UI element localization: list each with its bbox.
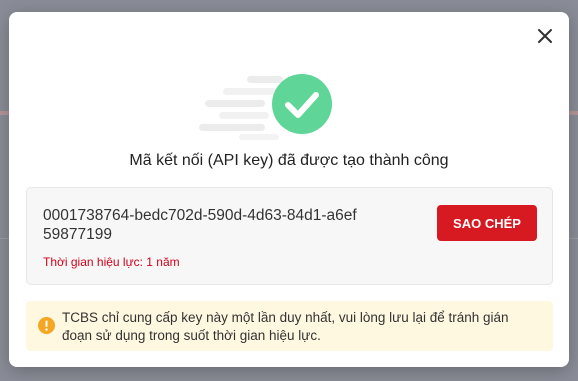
notice-text: TCBS chỉ cung cấp key này một lần duy nh…	[62, 310, 509, 343]
api-key-modal: Mã kết nối (API key) đã được tạo thành c…	[9, 12, 569, 367]
close-icon	[538, 29, 552, 43]
api-key-value[interactable]: 0001738764-bedc702d-590d-4d63-84d1-a6ef5…	[43, 206, 363, 244]
notice-banner: TCBS chỉ cung cấp key này một lần duy nh…	[26, 301, 553, 351]
validity-text: Thời gian hiệu lực: 1 năm	[43, 255, 180, 269]
info-icon	[38, 317, 55, 334]
copy-button[interactable]: SAO CHÉP	[437, 205, 537, 241]
success-illustration	[9, 68, 569, 144]
check-circle-icon	[199, 74, 332, 140]
api-key-box: 0001738764-bedc702d-590d-4d63-84d1-a6ef5…	[26, 187, 553, 285]
modal-title: Mã kết nối (API key) đã được tạo thành c…	[129, 152, 449, 169]
close-button[interactable]	[535, 26, 555, 46]
